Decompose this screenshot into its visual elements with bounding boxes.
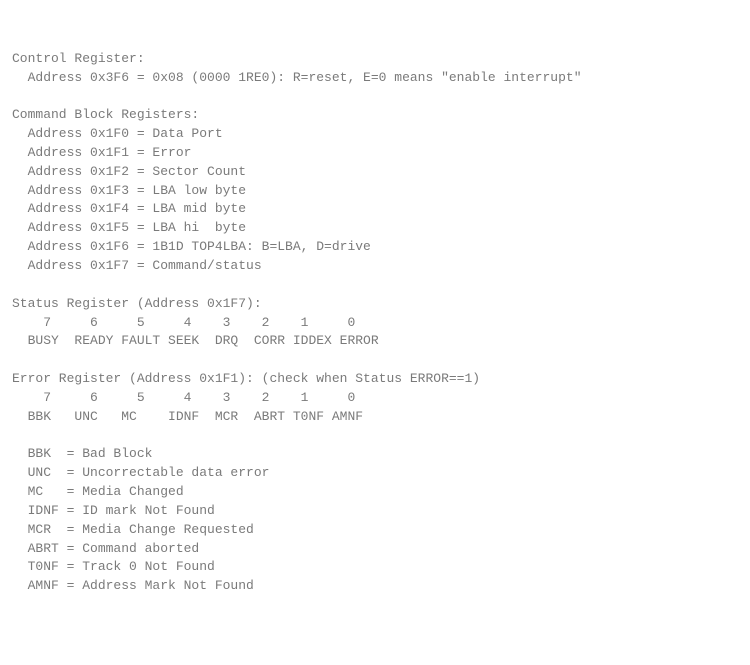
line: Address 0x3F6 = 0x08 (0000 1RE0): R=rese… (12, 70, 582, 85)
line: Address 0x1F7 = Command/status (12, 258, 262, 273)
line: Address 0x1F2 = Sector Count (12, 164, 246, 179)
line: Address 0x1F0 = Data Port (12, 126, 223, 141)
register-documentation-text: Control Register: Address 0x3F6 = 0x08 (… (12, 50, 738, 596)
line: Address 0x1F3 = LBA low byte (12, 183, 246, 198)
line: MC = Media Changed (12, 484, 184, 499)
line: 7 6 5 4 3 2 1 0 (12, 315, 355, 330)
line: UNC = Uncorrectable data error (12, 465, 269, 480)
line: BBK = Bad Block (12, 446, 152, 461)
line: Address 0x1F5 = LBA hi byte (12, 220, 246, 235)
line: BBK UNC MC IDNF MCR ABRT T0NF AMNF (12, 409, 363, 424)
line: T0NF = Track 0 Not Found (12, 559, 215, 574)
line: Error Register (Address 0x1F1): (check w… (12, 371, 480, 386)
line: Address 0x1F4 = LBA mid byte (12, 201, 246, 216)
line: Status Register (Address 0x1F7): (12, 296, 262, 311)
line: 7 6 5 4 3 2 1 0 (12, 390, 355, 405)
line: IDNF = ID mark Not Found (12, 503, 215, 518)
line: Address 0x1F1 = Error (12, 145, 191, 160)
line: MCR = Media Change Requested (12, 522, 254, 537)
line: Control Register: (12, 51, 145, 66)
line: Command Block Registers: (12, 107, 199, 122)
line: AMNF = Address Mark Not Found (12, 578, 254, 593)
line: Address 0x1F6 = 1B1D TOP4LBA: B=LBA, D=d… (12, 239, 371, 254)
line: ABRT = Command aborted (12, 541, 199, 556)
line: BUSY READY FAULT SEEK DRQ CORR IDDEX ERR… (12, 333, 379, 348)
